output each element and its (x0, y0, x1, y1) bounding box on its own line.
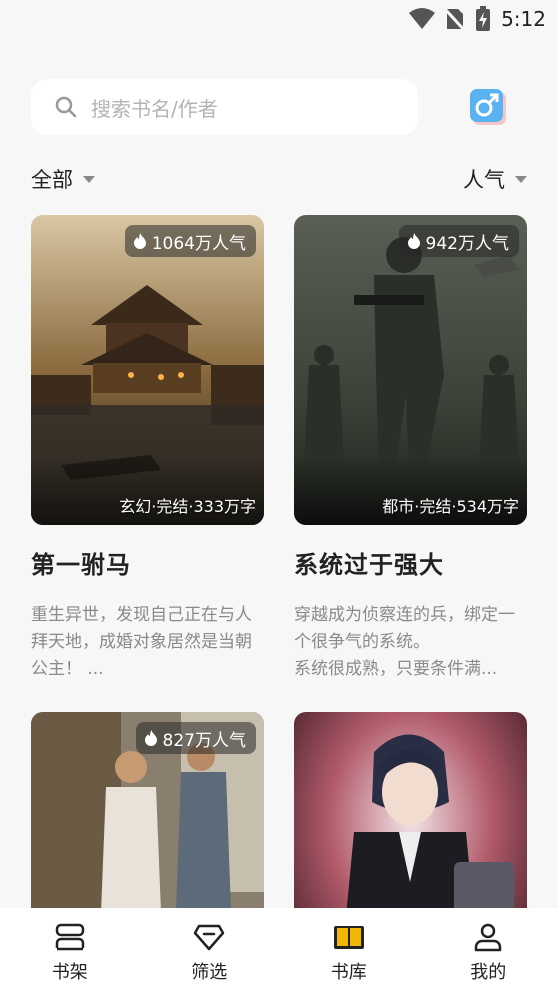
popularity-badge: 827万人气 (135, 722, 256, 754)
book-title[interactable]: 系统过于强大 (294, 545, 527, 580)
popularity-badge: 1064万人气 (124, 225, 256, 257)
sort-filter-label: 人气 (463, 168, 505, 192)
bookshelf-icon (55, 923, 84, 951)
flame-icon (133, 233, 146, 249)
book-meta: 玄幻·完结·333万字 (119, 497, 256, 516)
book-card[interactable]: 942万人气 都市·完结·534万字 系统过于强大 穿越成为侦察连的兵，绑定一个… (294, 215, 527, 683)
category-filter-label: 全部 (31, 168, 73, 192)
flame-icon (144, 730, 157, 746)
book-cover[interactable]: 942万人气 都市·完结·534万字 (294, 215, 527, 525)
search-icon (55, 96, 77, 118)
popularity-text: 827万人气 (162, 730, 246, 751)
user-icon (475, 923, 502, 952)
male-gender-icon[interactable] (470, 89, 506, 125)
search-input[interactable]: 搜索书名/作者 (31, 79, 418, 135)
book-card[interactable]: 1064万人气 玄幻·完结·333万字 第一驸马 重生异世，发现自己正在与人拜天… (31, 215, 264, 683)
status-bar: 5:12 (0, 0, 558, 40)
bottom-nav: 书架 筛选 书库 我的 (0, 908, 558, 992)
nav-label: 我的 (470, 962, 507, 983)
book-meta: 都市·完结·534万字 (382, 497, 519, 516)
status-time: 5:12 (501, 7, 546, 31)
status-icons: 5:12 (409, 6, 546, 32)
diamond-icon (194, 924, 225, 951)
nav-item-library[interactable]: 书库 (279, 908, 419, 992)
open-book-icon (333, 926, 364, 949)
nav-item-profile[interactable]: 我的 (419, 908, 558, 992)
flame-icon (407, 233, 420, 249)
sort-filter[interactable]: 人气 (463, 164, 527, 194)
book-cover[interactable]: 1064万人气 玄幻·完结·333万字 (31, 215, 264, 525)
popularity-badge: 942万人气 (398, 225, 519, 257)
search-placeholder: 搜索书名/作者 (91, 96, 218, 121)
book-description: 穿越成为侦察连的兵，绑定一个很争气的系统。 系统很成熟，只要条件满... (294, 605, 515, 679)
battery-charging-icon (476, 6, 491, 31)
nav-item-bookshelf[interactable]: 书架 (0, 908, 140, 992)
nav-label: 书库 (330, 962, 367, 983)
nav-label: 筛选 (191, 962, 228, 983)
no-sim-icon (445, 7, 466, 31)
book-description: 重生异世，发现自己正在与人拜天地，成婚对象居然是当朝公主！ ... (31, 605, 252, 679)
nav-item-filter[interactable]: 筛选 (140, 908, 280, 992)
chevron-down-icon (515, 175, 527, 183)
wifi-icon (409, 8, 436, 29)
nav-label: 书架 (51, 962, 88, 983)
book-title[interactable]: 第一驸马 (31, 545, 264, 580)
popularity-text: 1064万人气 (151, 233, 246, 254)
category-filter[interactable]: 全部 (31, 164, 95, 194)
chevron-down-icon (83, 175, 95, 183)
popularity-text: 942万人气 (425, 233, 509, 254)
